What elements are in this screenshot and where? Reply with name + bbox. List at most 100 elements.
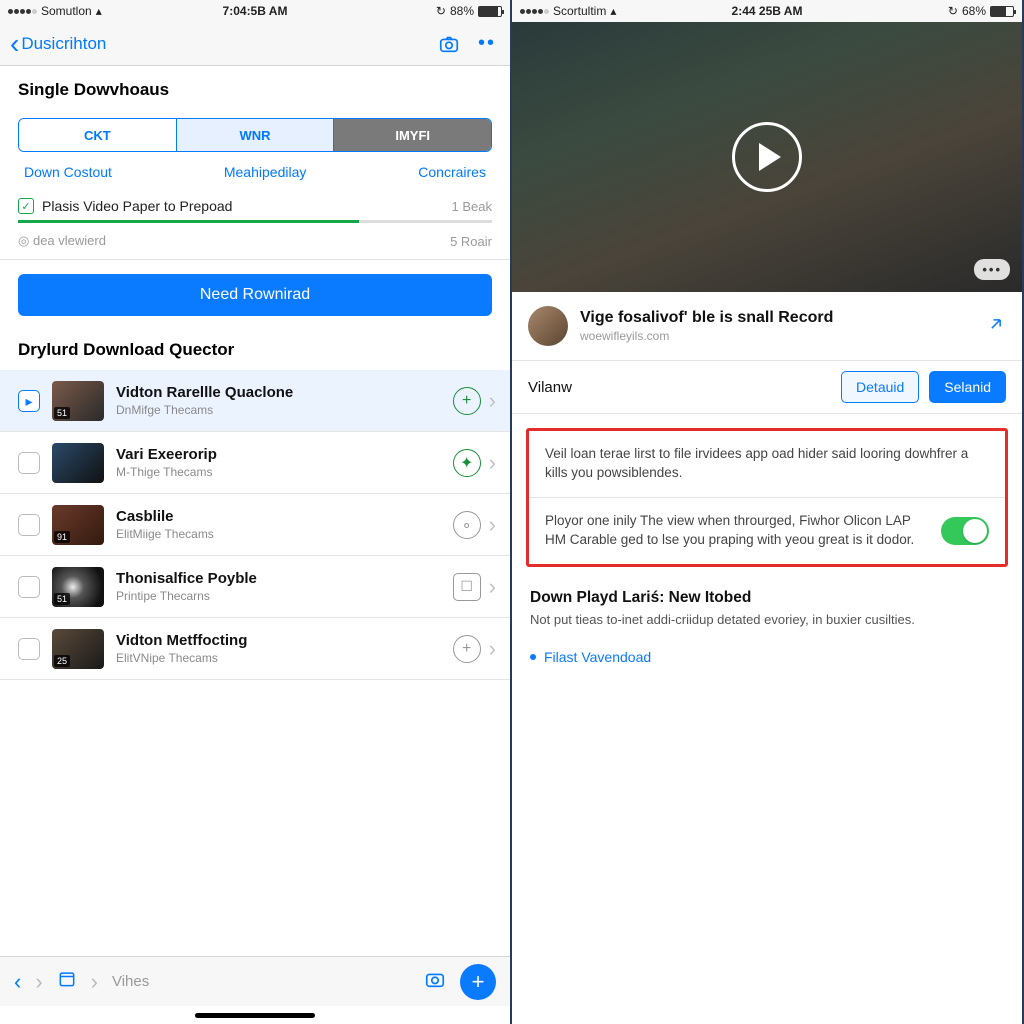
video-options-icon[interactable]: ••• [974,259,1010,280]
back-label: Dusicrihton [21,34,106,54]
toolbar-divider: › [91,969,98,995]
section-heading: Down Playd Lariś: New Itobed [512,577,1022,611]
camera-icon[interactable] [424,968,446,996]
battery-icon [990,6,1014,17]
more-icon[interactable]: •• [474,31,500,57]
list-item[interactable]: ▸ 51 Vidton Rarellle Quaclone DnMifge Th… [0,370,510,432]
item-subtitle: ElitVNipe Thecams [116,651,447,665]
progress-bar [18,220,492,223]
chevron-right-icon: › [489,388,496,414]
battery-pct: 88% [450,4,474,18]
seg-ckt[interactable]: CKT [19,119,177,151]
frame-text-2: Ployor one inily The view when throurged… [545,512,929,550]
seg-imyfi[interactable]: IMYFI [334,119,491,151]
item-title: Casblile [116,508,447,525]
plus-icon[interactable]: + [453,635,481,663]
list-item[interactable]: 25 Vidton Metffocting ElitVNipe Thecams … [0,618,510,680]
thumbnail: 91 [52,505,104,545]
link-meahipedilay[interactable]: Meahipedilay [224,164,307,180]
download-list: ▸ 51 Vidton Rarellle Quaclone DnMifge Th… [0,370,510,680]
wifi-icon: ▴ [96,4,102,18]
camera-icon[interactable] [436,31,462,57]
screen-left: Somutlon ▴ 7:04:5B AM ↻ 88% ‹ Dusicrihto… [0,0,512,1024]
progress-item: ✓ Plasis Video Paper to Prepoad 1 Beak ◎… [0,192,510,260]
action-row: Vilanw Detauid Selanid [512,361,1022,414]
battery-icon [478,6,502,17]
bullet-icon [530,654,536,660]
chevron-left-icon: ‹ [10,30,19,58]
checkbox[interactable] [18,638,40,660]
signal-icon [520,9,549,14]
status-bar: Scortultim ▴ 2:44 25B AM ↻ 68% [512,0,1022,22]
toggle-switch[interactable] [941,517,989,545]
home-indicator [0,1006,510,1024]
battery-pct: 68% [962,4,986,18]
item-subtitle: ElitMiige Thecams [116,527,447,541]
back-button[interactable]: ‹ Dusicrihton [10,30,106,58]
wifi-icon: ▴ [610,4,616,18]
list-item[interactable]: 91 Casblile ElitMiige Thecams ∘ › [0,494,510,556]
chevron-right-icon: › [489,450,496,476]
item-subtitle: M-Thige Thecams [116,465,447,479]
toolbar: ‹ › › Vihes + [0,956,510,1006]
link-concraires[interactable]: Concraires [418,164,486,180]
chevron-right-icon: › [489,636,496,662]
frame-text-1: Veil loan terae lirst to file irvidees a… [529,431,1005,498]
progress-label: Plasis Video Paper to Prepoad [42,198,232,214]
content: Single Dowvhoaus CKT WNR IMYFI Down Cost… [0,66,510,956]
bookmark-icon[interactable] [57,969,77,995]
nav-bar: ‹ Dusicrihton •• [0,22,510,66]
item-title: Vidton Metffocting [116,632,447,649]
highlight-frame: Veil loan terae lirst to file irvidees a… [526,428,1008,567]
toolbar-hint: Vihes [112,973,149,990]
item-title: Vidton Rarellle Quaclone [116,384,447,401]
check-icon: ✓ [18,198,34,214]
thumbnail [52,443,104,483]
progress-sub-right: 5 Roair [450,234,492,249]
progress-sub-left: dea vlewierd [33,233,106,248]
checkbox[interactable] [18,452,40,474]
carrier-label: Somutlon [41,4,92,18]
clock: 7:04:5B AM [173,4,338,18]
section-link[interactable]: Filast Vavendoad [512,643,1022,671]
toolbar-back[interactable]: ‹ [14,969,21,995]
link-label: Filast Vavendoad [544,649,651,665]
signal-icon [8,9,37,14]
video-site: woewifleyils.com [580,329,974,343]
add-button[interactable]: + [460,964,496,1000]
video-player[interactable]: ••• [512,22,1022,292]
chevron-right-icon: › [489,512,496,538]
filter-links: Down Costout Meahipedilay Concraires [0,160,510,192]
play-icon[interactable] [732,122,802,192]
checkbox[interactable] [18,576,40,598]
video-meta: Vige fosalivof' ble is snall Record woew… [512,292,1022,361]
link-costout[interactable]: Down Costout [24,164,112,180]
checkbox[interactable]: ▸ [18,390,40,412]
checkbox[interactable] [18,514,40,536]
section-body: Not put tieas to-inet addi-criidup detat… [512,611,1022,643]
plus-icon[interactable]: ✦ [453,449,481,477]
toolbar-forward: › [35,969,42,995]
item-subtitle: DnMifge Thecams [116,403,447,417]
thumbnail: 51 [52,567,104,607]
seg-wnr[interactable]: WNR [177,119,335,151]
share-icon[interactable] [986,314,1006,339]
item-subtitle: Printipe Thecarns [116,589,447,603]
progress-right: 1 Beak [452,199,492,214]
selanid-button[interactable]: Selanid [929,371,1006,403]
list-item[interactable]: 51 Thonisalfice Poyble Printipe Thecarns… [0,556,510,618]
chevron-right-icon: › [489,574,496,600]
action-label: Vilanw [528,379,831,396]
avatar [528,306,568,346]
carrier-label: Scortultim [553,4,606,18]
list-item[interactable]: Vari Exeerorip M-Thige Thecams ✦ › [0,432,510,494]
thumbnail: 51 [52,381,104,421]
plus-icon[interactable]: + [453,387,481,415]
video-title: Vige fosalivof' ble is snall Record [580,309,974,327]
primary-button[interactable]: Need Rownirad [18,274,492,316]
segmented-control: CKT WNR IMYFI [18,118,492,152]
info-icon[interactable]: ∘ [453,511,481,539]
archive-icon[interactable]: ☐ [453,573,481,601]
item-title: Thonisalfice Poyble [116,570,447,587]
detauid-button[interactable]: Detauid [841,371,919,403]
